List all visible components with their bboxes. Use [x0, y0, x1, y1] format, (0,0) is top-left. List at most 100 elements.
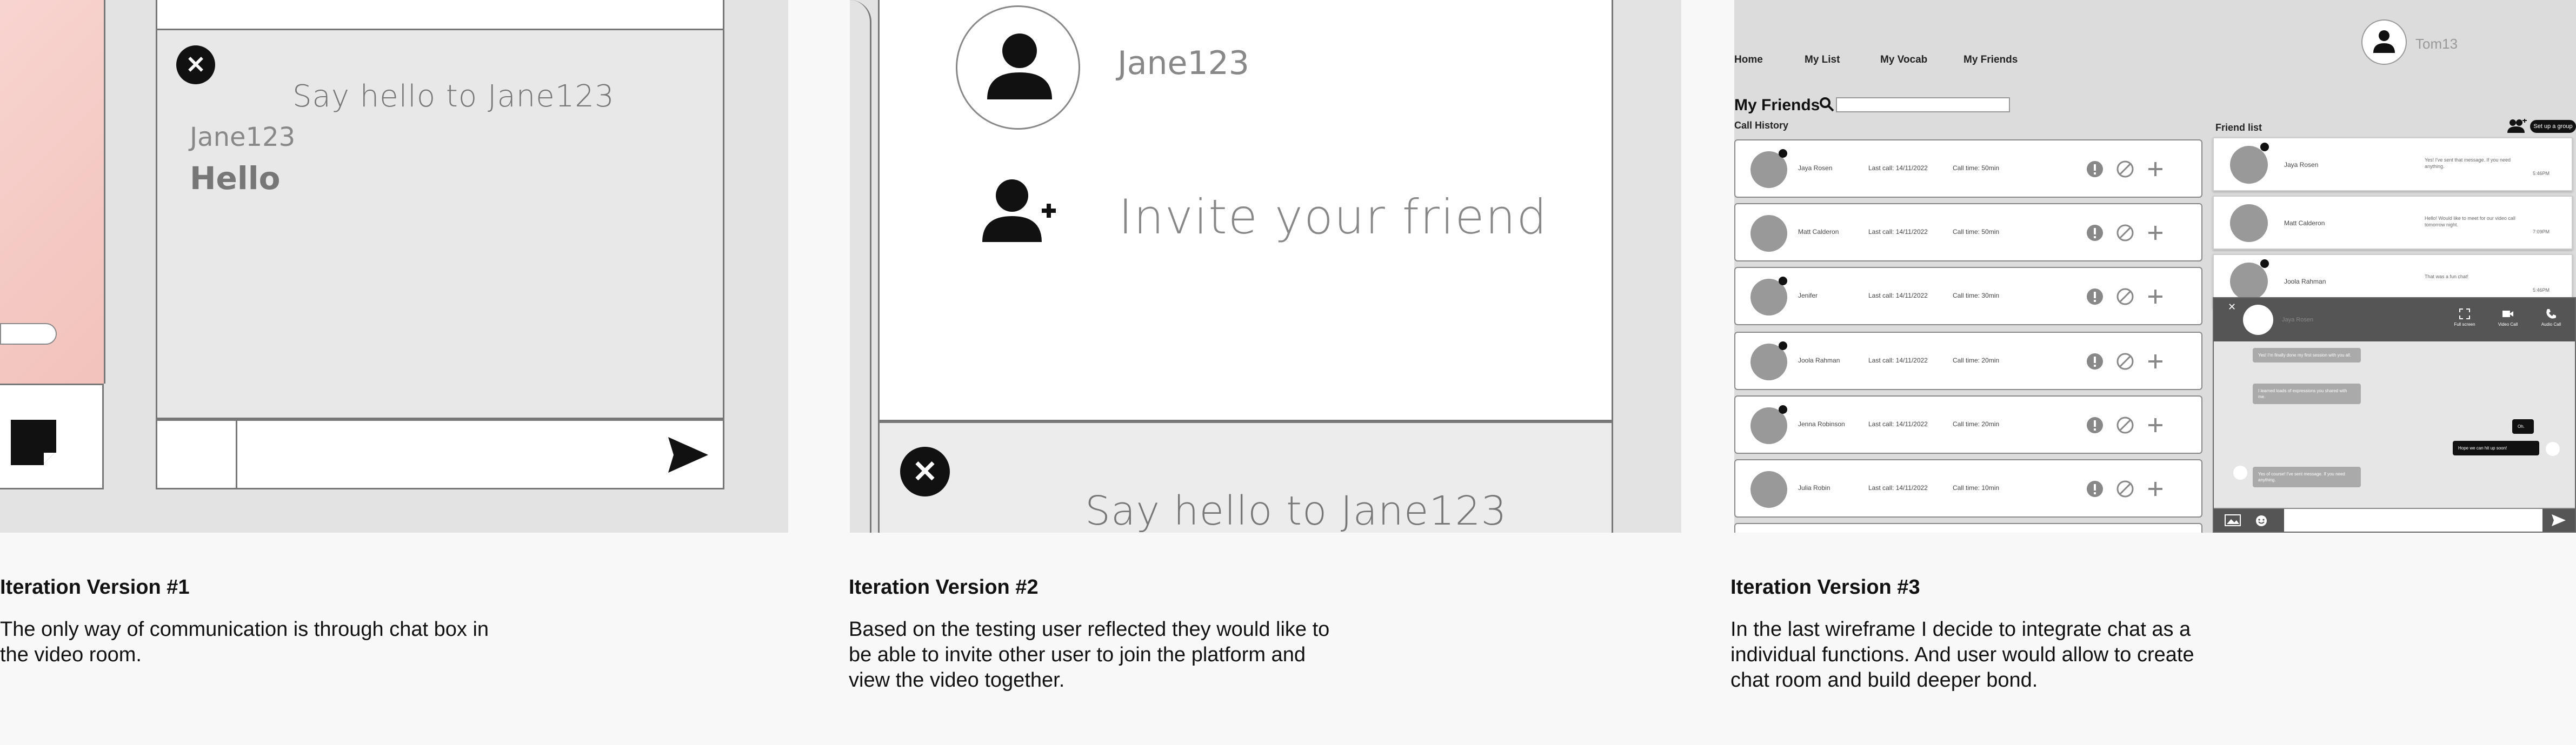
friend-name: Jenifer [1798, 292, 1818, 299]
chat-message: Oh. [2512, 419, 2534, 434]
search-icon[interactable] [1819, 96, 1835, 112]
caption-desc-1: The only way of communication is through… [0, 618, 489, 666]
caption-desc-3: In the last wireframe I decide to integr… [1730, 618, 2194, 692]
add-group-icon[interactable] [2507, 119, 2527, 133]
video-progress-pill[interactable] [0, 323, 57, 345]
caption-desc-2: Based on the testing user reflected they… [849, 618, 1330, 692]
call-history-row[interactable] [1734, 523, 2202, 533]
friend-card[interactable]: Matt Calderon Hello! Would like to meet f… [2213, 196, 2573, 250]
report-icon[interactable] [2086, 416, 2104, 434]
last-message: Hello! Would like to meet for our video … [2425, 216, 2515, 227]
call-history-row[interactable]: Jaya Rosen Last call: 14/11/2022 Call time… [1734, 139, 2202, 198]
emoji-icon[interactable] [2255, 514, 2268, 527]
online-indicator [1779, 277, 1787, 285]
friend-name: Jaya Rosen [1798, 164, 1833, 172]
report-icon[interactable] [2086, 287, 2104, 306]
close-icon[interactable]: ✕ [176, 45, 215, 84]
chat-input[interactable] [2214, 508, 2575, 532]
call-time: Call time: 20min [1953, 357, 2000, 364]
call-history-row[interactable]: Matt Calderon Last call: 14/11/2022 Call t… [1734, 203, 2202, 261]
friend-name: Joola Rahman [1798, 357, 1840, 364]
chat-input[interactable] [156, 419, 724, 489]
call-time: Call time: 50min [1953, 228, 2000, 236]
online-indicator [2260, 259, 2269, 268]
chat-contact-name: Jaya Rosen [2282, 317, 2314, 323]
avatar[interactable] [956, 5, 1080, 130]
block-icon[interactable] [2116, 224, 2134, 242]
last-call: Last call: 14/11/2022 [1868, 484, 1928, 492]
close-icon[interactable]: ✕ [900, 447, 950, 496]
message-time: 7:09PM [2533, 229, 2550, 234]
nav-my-vocab[interactable]: My Vocab [1880, 54, 1927, 66]
nav-my-friends[interactable]: My Friends [1963, 54, 2018, 66]
fullscreen-button[interactable]: Full screen [2452, 308, 2478, 327]
friend-list-label: Friend list [2215, 122, 2262, 133]
sticky-note-icon[interactable] [9, 418, 58, 467]
set-up-group-button[interactable]: Set up a group [2530, 120, 2576, 133]
last-call: Last call: 14/11/2022 [1868, 164, 1928, 172]
call-history-row[interactable]: Julia Robin Last call: 14/11/2022 Call tim… [1734, 459, 2202, 518]
friend-name: Julia Robin [1798, 484, 1831, 492]
last-message: Yes! I've sent that message. If you need… [2425, 157, 2511, 169]
profile-avatar[interactable] [2361, 19, 2407, 65]
nav-home[interactable]: Home [1734, 54, 1763, 66]
call-history-row[interactable]: Joola Rahman Last call: 14/11/2022 Call ti… [1734, 332, 2202, 390]
send-icon[interactable] [667, 436, 709, 474]
message-text: Hello [190, 160, 281, 197]
call-history-row[interactable]: Jenifer Last call: 14/11/2022 Call time: 3… [1734, 267, 2202, 325]
chat-message: Yes! I'm finally done my first session w… [2253, 348, 2361, 363]
nav-my-list[interactable]: My List [1805, 54, 1840, 66]
add-icon[interactable] [2146, 224, 2165, 242]
friend-name: Matt Calderon [2284, 219, 2325, 227]
close-icon[interactable]: ✕ [2228, 301, 2236, 313]
search-input[interactable] [1836, 97, 2010, 112]
block-icon[interactable] [2116, 287, 2134, 306]
block-icon[interactable] [2116, 352, 2134, 371]
chat-box: ✕ Say hello to Jane123 [878, 421, 1613, 533]
report-icon[interactable] [2086, 480, 2104, 498]
report-icon[interactable] [2086, 160, 2104, 178]
invite-friend-label[interactable]: Invite your friend [1119, 189, 1548, 245]
message-sender: Jane123 [190, 122, 296, 152]
avatar [2546, 442, 2560, 456]
video-toolbar [0, 384, 104, 489]
add-icon[interactable] [2146, 160, 2165, 178]
call-time: Call time: 10min [1953, 484, 2000, 492]
block-icon[interactable] [2116, 160, 2134, 178]
iteration-2-wireframe: Jane123 Invite your friend ✕ Say hello t… [850, 0, 1681, 533]
video-call-button[interactable]: Video Call [2495, 308, 2521, 327]
report-icon[interactable] [2086, 224, 2104, 242]
message-time: 5:46PM [2533, 287, 2550, 293]
friend-name: Jaya Rosen [2284, 161, 2319, 169]
add-icon[interactable] [2146, 416, 2165, 434]
call-history-row[interactable]: Jenna Robinson Last call: 14/11/2022 Call … [1734, 395, 2202, 454]
send-button[interactable] [2542, 509, 2575, 532]
online-indicator [1779, 341, 1787, 350]
user-icon [2373, 30, 2395, 53]
user-icon [987, 33, 1052, 99]
avatar [2230, 146, 2268, 184]
top-nav: Home My List My Vocab My Friends Tom13 [1734, 0, 2576, 81]
add-friend-icon[interactable] [982, 178, 1058, 243]
chat-header: Say hello to Jane123 [292, 79, 615, 114]
report-icon[interactable] [2086, 352, 2104, 371]
avatar [1750, 215, 1787, 252]
audio-call-button[interactable]: Audio Call [2538, 308, 2564, 327]
add-icon[interactable] [2146, 287, 2165, 306]
block-icon[interactable] [2116, 416, 2134, 434]
chat-box: ✕ Say hello to Jane123 Jane123 Hello [156, 30, 724, 419]
friend-card[interactable]: Jaya Rosen Yes! I've sent that message. I… [2213, 137, 2573, 191]
message-time: 5:46PM [2533, 171, 2550, 176]
avatar [2243, 305, 2273, 335]
attachment-toolbar [2214, 509, 2284, 532]
last-call: Last call: 14/11/2022 [1868, 228, 1928, 236]
add-icon[interactable] [2146, 352, 2165, 371]
last-call: Last call: 14/11/2022 [1868, 420, 1928, 428]
block-icon[interactable] [2116, 480, 2134, 498]
last-call: Last call: 14/11/2022 [1868, 357, 1928, 364]
avatar [1750, 471, 1787, 508]
image-icon[interactable] [2225, 514, 2241, 526]
add-icon[interactable] [2146, 480, 2165, 498]
chat-message: Yes of course! I've sent message. If you… [2253, 467, 2361, 487]
user-name: Jane123 [1117, 44, 1249, 82]
